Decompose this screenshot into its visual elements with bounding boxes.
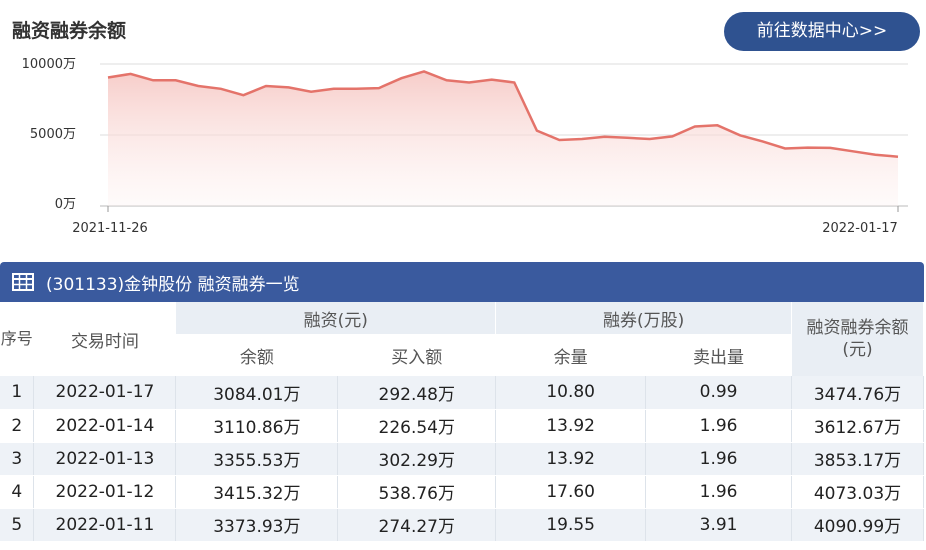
cell-date: 2022-01-13	[33, 442, 177, 476]
cell-total: 3474.76万	[791, 376, 924, 410]
cell-seq: 4	[0, 475, 35, 509]
table-row: 2 2022-01-14 3110.86万 226.54万 13.92 1.96…	[0, 409, 924, 443]
cell-short-sell: 1.96	[645, 409, 792, 443]
cell-margin-buy: 226.54万	[337, 409, 497, 443]
margin-group-header: 融资(元)	[175, 302, 497, 334]
table-row: 3 2022-01-13 3355.53万 302.29万 13.92 1.96…	[0, 442, 924, 476]
col-seq-header: 序号	[0, 302, 35, 376]
table-header-bar: (301133)金钟股份 融资融券一览	[0, 262, 924, 302]
col-total-header: 融资融券余额(元)	[791, 302, 924, 376]
cell-margin-balance: 3084.01万	[175, 376, 339, 410]
cell-margin-balance: 3110.86万	[175, 409, 339, 443]
cell-margin-balance: 3415.32万	[175, 475, 339, 509]
cell-short-balance: 13.92	[495, 442, 647, 476]
col-date-header: 交易时间	[33, 302, 177, 376]
table-row: 1 2022-01-17 3084.01万 292.48万 10.80 0.99…	[0, 376, 924, 410]
cell-total: 4073.03万	[791, 475, 924, 509]
cell-date: 2022-01-11	[33, 508, 177, 542]
cell-short-sell: 1.96	[645, 442, 792, 476]
cell-date: 2022-01-17	[33, 376, 177, 410]
table-row: 4 2022-01-12 3415.32万 538.76万 17.60 1.96…	[0, 475, 924, 509]
section-title: 融资融券余额	[12, 20, 127, 42]
y-tick-label: 5000万	[30, 127, 76, 142]
x-start-label: 2021-11-26	[72, 221, 148, 236]
table-grid-icon	[12, 273, 34, 291]
y-tick-label: 10000万	[22, 57, 76, 72]
cell-margin-buy: 302.29万	[337, 442, 497, 476]
cell-seq: 3	[0, 442, 35, 476]
margin-trading-table: 序号 交易时间 融资(元) 融券(万股) 融资融券余额(元) 余额 买入额 余量…	[0, 302, 924, 542]
short-group-header: 融券(万股)	[495, 302, 792, 334]
cell-margin-balance: 3355.53万	[175, 442, 339, 476]
cell-margin-buy: 292.48万	[337, 376, 497, 410]
cell-margin-buy: 538.76万	[337, 475, 497, 509]
y-tick-label: 0万	[55, 197, 76, 212]
cell-total: 3612.67万	[791, 409, 924, 443]
col-margin-balance-header: 余额	[175, 334, 339, 376]
cell-margin-buy: 274.27万	[337, 508, 497, 542]
cell-date: 2022-01-14	[33, 409, 177, 443]
cell-date: 2022-01-12	[33, 475, 177, 509]
cell-margin-balance: 3373.93万	[175, 508, 339, 542]
cell-short-balance: 17.60	[495, 475, 647, 509]
cell-short-sell: 1.96	[645, 475, 792, 509]
cell-short-balance: 13.92	[495, 409, 647, 443]
cell-seq: 2	[0, 409, 35, 443]
cell-total: 4090.99万	[791, 508, 924, 542]
cell-seq: 1	[0, 376, 35, 410]
cell-seq: 5	[0, 508, 35, 542]
x-end-label: 2022-01-17	[822, 221, 898, 236]
cell-short-balance: 10.80	[495, 376, 647, 410]
cell-short-sell: 0.99	[645, 376, 792, 410]
col-short-sell-header: 卖出量	[645, 334, 792, 376]
table-row: 5 2022-01-11 3373.93万 274.27万 19.55 3.91…	[0, 508, 924, 542]
col-short-balance-header: 余量	[495, 334, 647, 376]
table-title: (301133)金钟股份 融资融券一览	[46, 274, 300, 295]
cell-short-sell: 3.91	[645, 508, 792, 542]
col-margin-buy-header: 买入额	[337, 334, 497, 376]
margin-balance-chart: 10000万 5000万 0万 2021-11-26 2022-01-17	[22, 57, 908, 236]
cell-short-balance: 19.55	[495, 508, 647, 542]
go-to-datacenter-button[interactable]: 前往数据中心>>	[724, 12, 920, 51]
cell-total: 3853.17万	[791, 442, 924, 476]
